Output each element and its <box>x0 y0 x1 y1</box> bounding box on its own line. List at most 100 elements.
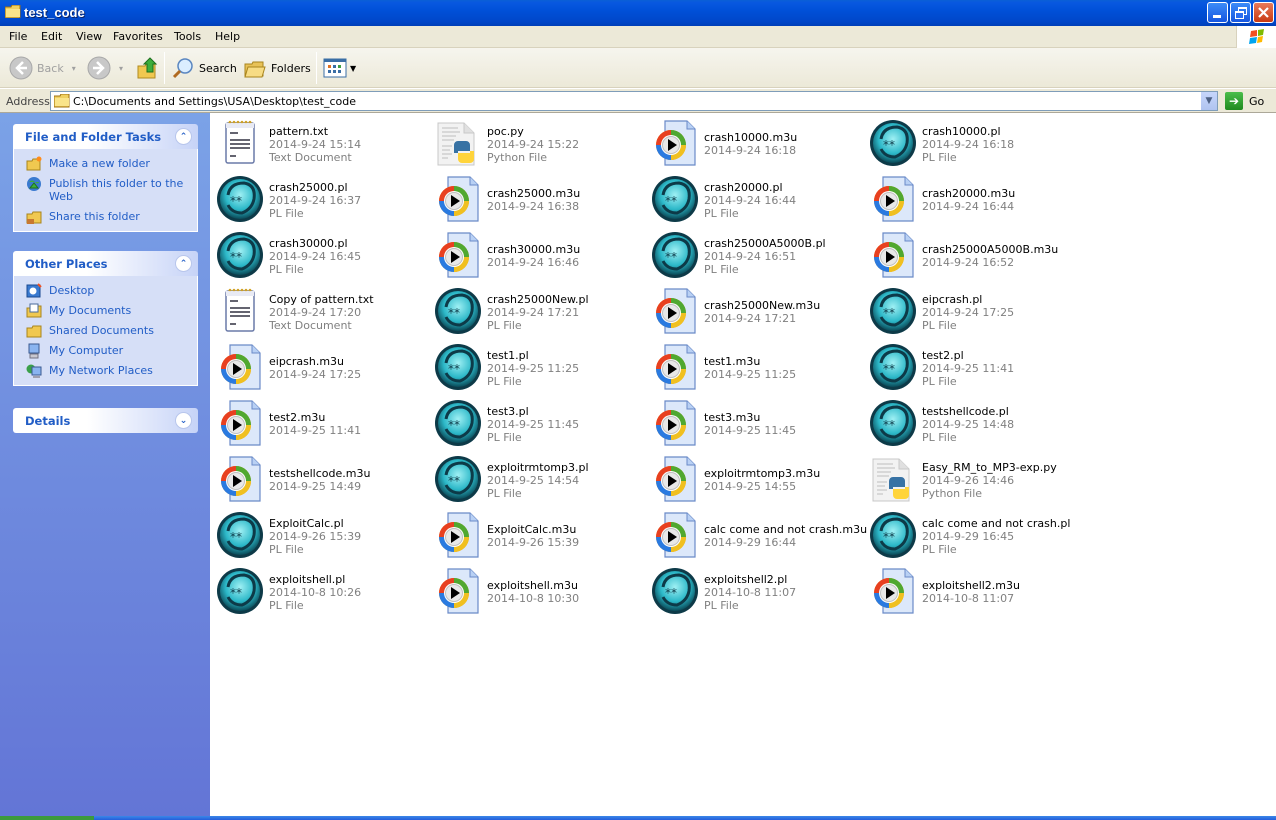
file-item[interactable]: ** crash30000.pl 2014-9-24 16:45 PL File <box>212 229 430 281</box>
file-item[interactable]: ** calc come and not crash.pl 2014-9-29 1… <box>865 509 1083 561</box>
place-my-network-places[interactable]: My Network Places <box>14 364 197 378</box>
back-button[interactable]: Back ▾ <box>9 55 76 81</box>
media-playlist-icon <box>656 400 696 446</box>
perl-file-icon: ** <box>652 568 698 614</box>
file-date: 2014-9-24 16:46 <box>487 256 580 269</box>
address-dropdown-button[interactable]: ▼ <box>1200 92 1217 110</box>
file-item[interactable]: pattern.txt 2014-9-24 15:14 Text Document <box>212 117 430 169</box>
file-type: Python File <box>922 487 983 500</box>
file-item[interactable]: ** crash10000.pl 2014-9-24 16:18 PL File <box>865 117 1083 169</box>
file-item[interactable]: test1.m3u 2014-9-25 11:25 <box>647 341 865 393</box>
file-item[interactable]: crash25000New.m3u 2014-9-24 17:21 <box>647 285 865 337</box>
task-publish-folder-web[interactable]: Publish this folder to the Web <box>14 177 197 203</box>
file-item[interactable]: crash30000.m3u 2014-9-24 16:46 <box>430 229 648 281</box>
file-name: crash25000.pl <box>269 181 348 194</box>
file-item[interactable]: poc.py 2014-9-24 15:22 Python File <box>430 117 648 169</box>
file-item[interactable]: ** test2.pl 2014-9-25 11:41 PL File <box>865 341 1083 393</box>
back-dropdown-icon[interactable]: ▾ <box>72 64 76 73</box>
file-item[interactable]: testshellcode.m3u 2014-9-25 14:49 <box>212 453 430 505</box>
address-input[interactable]: C:\Documents and Settings\USA\Desktop\te… <box>50 91 1218 111</box>
file-meta: crash25000New.pl 2014-9-24 17:21 PL File <box>487 293 589 332</box>
file-name: Easy_RM_to_MP3-exp.py <box>922 461 1057 474</box>
search-button[interactable]: Search <box>171 55 237 81</box>
views-button[interactable]: ▼ <box>323 55 356 81</box>
file-item[interactable]: test3.m3u 2014-9-25 11:45 <box>647 397 865 449</box>
file-item[interactable]: ** exploitshell2.pl 2014-10-8 11:07 PL Fil… <box>647 565 865 617</box>
file-item[interactable]: exploitshell2.m3u 2014-10-8 11:07 <box>865 565 1083 617</box>
file-type: PL File <box>269 599 304 612</box>
file-item[interactable]: ** crash20000.pl 2014-9-24 16:44 PL File <box>647 173 865 225</box>
file-item[interactable]: crash25000A5000B.m3u 2014-9-24 16:52 <box>865 229 1083 281</box>
file-name: poc.py <box>487 125 524 138</box>
other-places-header[interactable]: Other Places ⌃ <box>13 251 198 276</box>
file-item[interactable]: calc come and not crash.m3u 2014-9-29 16:… <box>647 509 867 561</box>
file-date: 2014-9-24 16:44 <box>704 194 797 207</box>
file-item[interactable]: ** testshellcode.pl 2014-9-25 14:48 PL Fil… <box>865 397 1083 449</box>
up-folder-button[interactable] <box>137 55 159 81</box>
place-desktop[interactable]: Desktop <box>14 283 197 298</box>
collapse-icon[interactable]: ⌃ <box>175 255 192 272</box>
place-my-documents[interactable]: My Documents <box>14 303 197 318</box>
collapse-icon[interactable]: ⌃ <box>175 128 192 145</box>
file-item[interactable]: eipcrash.m3u 2014-9-24 17:25 <box>212 341 430 393</box>
file-folder-tasks-header[interactable]: File and Folder Tasks ⌃ <box>13 124 198 149</box>
task-label: Make a new folder <box>49 157 150 170</box>
menu-edit[interactable]: Edit <box>41 30 62 43</box>
file-item[interactable]: test2.m3u 2014-9-25 11:41 <box>212 397 430 449</box>
task-share-folder[interactable]: Share this folder <box>14 210 197 224</box>
file-date: 2014-9-24 16:18 <box>704 144 797 157</box>
file-item[interactable]: ** exploitrmtomp3.pl 2014-9-25 14:54 PL Fi… <box>430 453 648 505</box>
forward-dropdown-icon[interactable]: ▾ <box>119 64 123 73</box>
file-item[interactable]: ** test3.pl 2014-9-25 11:45 PL File <box>430 397 648 449</box>
task-make-new-folder[interactable]: Make a new folder <box>14 156 197 171</box>
folders-button[interactable]: Folders <box>243 55 311 81</box>
folders-icon <box>244 61 266 78</box>
file-item[interactable]: ** crash25000A5000B.pl 2014-9-24 16:51 PL … <box>647 229 865 281</box>
file-item[interactable]: exploitshell.m3u 2014-10-8 10:30 <box>430 565 648 617</box>
forward-button[interactable]: ▾ <box>87 55 123 81</box>
file-item[interactable]: ** crash25000New.pl 2014-9-24 17:21 PL Fil… <box>430 285 648 337</box>
file-item[interactable]: ** eipcrash.pl 2014-9-24 17:25 PL File <box>865 285 1083 337</box>
file-item[interactable]: ** exploitshell.pl 2014-10-8 10:26 PL File <box>212 565 430 617</box>
menu-tools[interactable]: Tools <box>174 30 201 43</box>
file-item[interactable]: ** test1.pl 2014-9-25 11:25 PL File <box>430 341 648 393</box>
my-computer-icon <box>28 343 40 359</box>
file-item[interactable]: exploitrmtomp3.m3u 2014-9-25 14:55 <box>647 453 865 505</box>
expand-icon[interactable]: ⌄ <box>175 412 192 429</box>
file-name: crash25000New.m3u <box>704 299 821 312</box>
minimize-button[interactable] <box>1207 2 1228 23</box>
file-item[interactable]: ** ExploitCalc.pl 2014-9-26 15:39 PL File <box>212 509 430 561</box>
file-date: 2014-9-24 15:14 <box>269 138 362 151</box>
place-shared-documents[interactable]: Shared Documents <box>14 324 197 338</box>
menu-favorites[interactable]: Favorites <box>113 30 163 43</box>
place-my-computer[interactable]: My Computer <box>14 343 197 359</box>
back-arrow-icon <box>9 56 33 80</box>
file-item[interactable]: crash10000.m3u 2014-9-24 16:18 <box>647 117 865 169</box>
file-meta: test1.pl 2014-9-25 11:25 PL File <box>487 349 579 388</box>
file-item[interactable]: ExploitCalc.m3u 2014-9-26 15:39 <box>430 509 648 561</box>
file-meta: crash20000.pl 2014-9-24 16:44 PL File <box>704 181 796 220</box>
go-button[interactable]: ➔ Go <box>1225 92 1264 110</box>
start-button[interactable] <box>0 816 94 820</box>
file-date: 2014-9-24 17:20 <box>269 306 362 319</box>
menu-file[interactable]: File <box>9 30 27 43</box>
close-button[interactable] <box>1253 2 1274 23</box>
file-name: crash30000.m3u <box>487 243 581 256</box>
menu-view[interactable]: View <box>76 30 102 43</box>
file-meta: exploitshell2.m3u 2014-10-8 11:07 <box>922 579 1020 605</box>
file-item[interactable]: ** crash25000.pl 2014-9-24 16:37 PL File <box>212 173 430 225</box>
python-file-icon <box>437 122 475 166</box>
file-item[interactable]: crash20000.m3u 2014-9-24 16:44 <box>865 173 1083 225</box>
file-icon: ** <box>869 287 917 335</box>
file-item[interactable]: Copy of pattern.txt 2014-9-24 17:20 Text D… <box>212 285 430 337</box>
file-type: PL File <box>922 319 957 332</box>
menu-help[interactable]: Help <box>215 30 240 43</box>
title-bar[interactable]: test_code <box>0 0 1276 26</box>
details-header[interactable]: Details ⌄ <box>13 408 198 433</box>
file-date: 2014-9-24 16:52 <box>922 256 1015 269</box>
restore-button[interactable] <box>1230 2 1251 23</box>
file-name: crash25000A5000B.m3u <box>922 243 1059 256</box>
file-item[interactable]: Easy_RM_to_MP3-exp.py 2014-9-26 14:46 Pyth… <box>865 453 1083 505</box>
file-item[interactable]: crash25000.m3u 2014-9-24 16:38 <box>430 173 648 225</box>
file-date: 2014-10-8 10:30 <box>487 592 580 605</box>
